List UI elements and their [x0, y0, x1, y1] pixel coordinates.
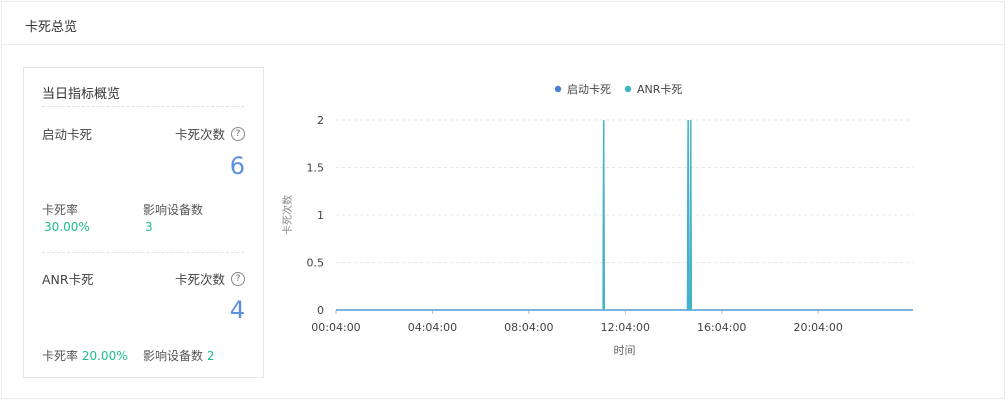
anr-rate-label-text: 卡死率	[42, 349, 79, 363]
panel-title: 卡死总览	[25, 20, 78, 35]
x-axis-label: 时间	[614, 344, 636, 357]
startup-stall-label: 启动卡死	[42, 127, 93, 142]
anr-rate-label: 卡死率 20.00%	[42, 347, 128, 364]
divider	[42, 106, 244, 107]
anr-count-label-text: 卡死次数	[174, 272, 225, 287]
x-tick-label: 12:04:00	[601, 321, 650, 334]
startup-rate-value: 30.00%	[44, 220, 90, 234]
divider	[42, 252, 244, 253]
y-tick-label: 1.5	[307, 162, 325, 175]
y-tick-label: 0.5	[307, 257, 325, 270]
anr-rate-value: 20.00%	[81, 349, 128, 363]
chart-svg: 启动卡死 ANR卡死 0 0.5 1 1.5 2 卡死次数 00:04:00 04:04:00 08…	[281, 83, 913, 357]
anr-devices-label: 影响设备数 2	[143, 347, 214, 364]
question-circle-icon[interactable]: ?	[231, 271, 245, 286]
daily-metrics-card: 当日指标概览 启动卡死 卡死次数 ? 6 卡死率 影响设备数 30.00% 3 …	[23, 67, 264, 378]
legend-label: 启动卡死	[567, 83, 611, 96]
startup-devices-label: 影响设备数	[143, 203, 204, 217]
panel-header: 卡死总览	[2, 2, 1004, 45]
x-tick-label: 00:04:00	[311, 321, 360, 334]
anr-count-label: 卡死次数 ?	[175, 269, 245, 288]
x-tick-label: 20:04:00	[793, 321, 842, 334]
y-tick-label: 2	[317, 114, 324, 127]
anr-count-value: 4	[229, 296, 245, 324]
legend-label: ANR卡死	[637, 83, 682, 96]
startup-count-label: 卡死次数 ?	[175, 124, 245, 143]
x-tick-label: 08:04:00	[504, 321, 553, 334]
x-tick-label: 16:04:00	[697, 321, 746, 334]
anr-stall-label: ANR卡死	[42, 272, 94, 287]
stall-trend-chart: 启动卡死 ANR卡死 0 0.5 1 1.5 2 卡死次数 00:04:00 04:04:00 08…	[275, 70, 975, 370]
startup-count-label-text: 卡死次数	[174, 127, 225, 142]
legend-marker	[554, 85, 562, 93]
y-axis-label: 卡死次数	[281, 195, 294, 235]
anr-devices-label-text: 影响设备数	[143, 349, 204, 363]
y-tick-label: 1	[317, 209, 324, 222]
startup-devices-value: 3	[145, 220, 153, 234]
x-tick-label: 04:04:00	[408, 321, 457, 334]
question-circle-icon[interactable]: ?	[231, 126, 245, 141]
startup-count-value: 6	[229, 152, 245, 180]
anr-devices-value: 2	[206, 349, 215, 363]
card-title: 当日指标概览	[42, 87, 121, 102]
startup-rate-label: 卡死率	[42, 203, 79, 217]
legend-marker	[624, 85, 632, 93]
y-tick-label: 0	[317, 304, 324, 317]
